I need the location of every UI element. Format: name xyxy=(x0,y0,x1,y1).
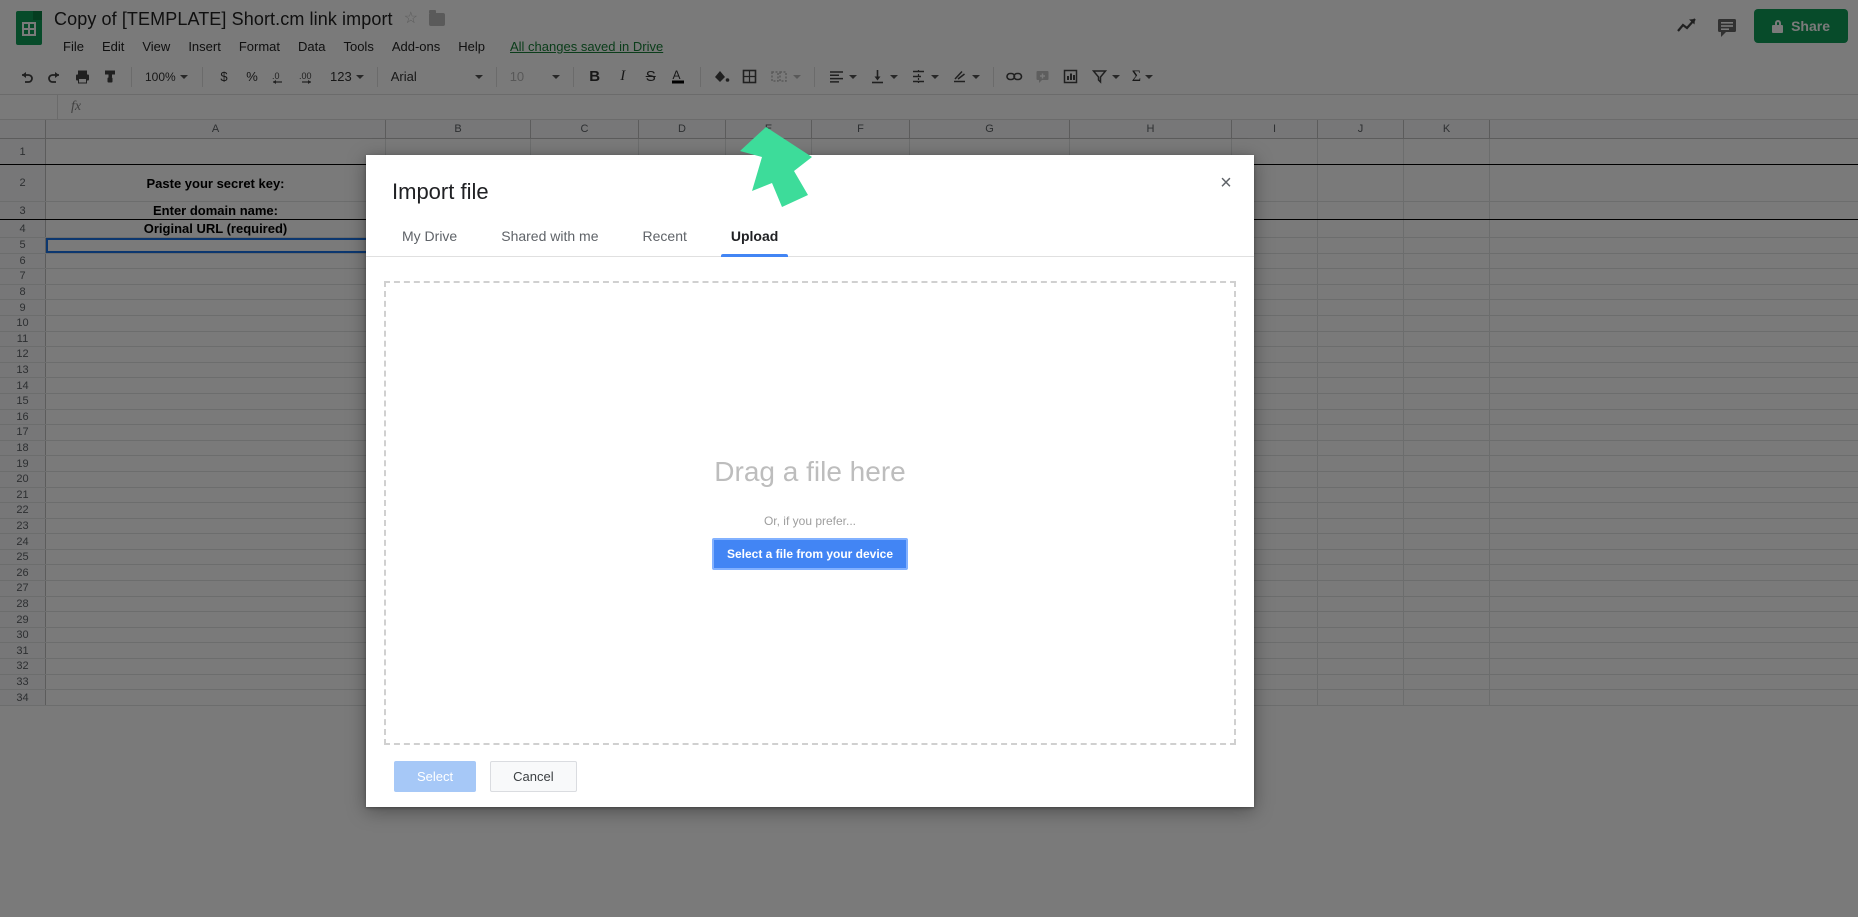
dialog-footer: Select Cancel xyxy=(366,745,1254,807)
cancel-button[interactable]: Cancel xyxy=(490,761,577,792)
import-file-dialog: Import file × My Drive Shared with me Re… xyxy=(366,155,1254,807)
tab-recent[interactable]: Recent xyxy=(621,228,709,256)
select-button[interactable]: Select xyxy=(394,761,477,792)
file-dropzone[interactable]: Drag a file here Or, if you prefer... Se… xyxy=(384,281,1236,745)
dropzone-title: Drag a file here xyxy=(714,456,906,487)
dialog-body: Drag a file here Or, if you prefer... Se… xyxy=(366,257,1254,745)
select-file-button[interactable]: Select a file from your device xyxy=(711,538,909,570)
tab-shared-with-me[interactable]: Shared with me xyxy=(479,228,620,256)
pointer-arrow-cursor xyxy=(704,127,814,222)
close-icon[interactable]: × xyxy=(1212,169,1240,197)
tab-my-drive[interactable]: My Drive xyxy=(392,228,479,256)
screen: Copy of [TEMPLATE] Short.cm link import … xyxy=(0,0,1858,917)
dropzone-subtitle: Or, if you prefer... xyxy=(763,514,857,528)
tab-upload[interactable]: Upload xyxy=(709,228,800,257)
